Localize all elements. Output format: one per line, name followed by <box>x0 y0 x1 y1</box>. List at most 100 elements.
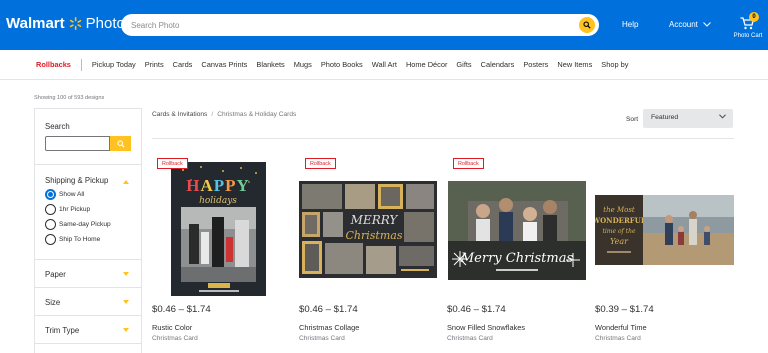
chevron-down-icon <box>719 114 726 119</box>
sidebar-search-input[interactable] <box>45 136 110 151</box>
search-icon <box>116 139 125 148</box>
radio-unselected[interactable] <box>45 219 56 230</box>
shipping-pickup-section: Shipping & Pickup Show All 1hr Pickup Sa… <box>35 165 141 260</box>
svg-text:the Most: the Most <box>603 206 635 214</box>
svg-text:holidays: holidays <box>199 196 237 206</box>
chevron-down-icon <box>123 272 129 276</box>
nav-item-mugs[interactable]: Mugs <box>294 60 312 69</box>
radio-unselected[interactable] <box>45 234 56 245</box>
product-price: $0.46 – $1.74 <box>447 304 506 315</box>
filter-trim-type[interactable]: Trim Type <box>35 316 141 344</box>
filter-size[interactable]: Size <box>35 288 141 316</box>
nav-item-new-items[interactable]: New Items <box>557 60 592 69</box>
product-price: $0.46 – $1.74 <box>299 304 358 315</box>
rollback-badge: Rollback <box>453 158 484 169</box>
option-label: 1hr Pickup <box>59 206 91 213</box>
sidebar-search-title: Search <box>45 122 70 131</box>
filter-paper[interactable]: Paper <box>35 260 141 288</box>
nav-item-calendars[interactable]: Calendars <box>481 60 515 69</box>
nav-item-wall-art[interactable]: Wall Art <box>372 60 397 69</box>
breadcrumb: Cards & Invitations / Christmas & Holiday … <box>152 111 296 118</box>
radio-unselected[interactable] <box>45 204 56 215</box>
site-header: Walmart Photo Help Account 0 Phot <box>0 0 768 50</box>
search-icon <box>583 21 591 29</box>
chevron-down-icon <box>123 300 129 304</box>
product-name[interactable]: Snow Filled Snowflakes <box>447 323 525 332</box>
product-type: Christmas Card <box>447 335 493 342</box>
product-thumbnail[interactable]: Merry Christmas <box>448 181 586 280</box>
product-name[interactable]: Wonderful Time <box>595 323 647 332</box>
product-name[interactable]: Rustic Color <box>152 323 192 332</box>
nav-divider <box>80 58 82 71</box>
nav-item-cards[interactable]: Cards <box>173 60 193 69</box>
radio-selected[interactable] <box>45 189 56 200</box>
walmart-photo-logo[interactable]: Walmart Photo <box>6 15 125 32</box>
search-bar <box>121 14 599 36</box>
filter-sidebar: Search Shipping & Pickup Show All 1hr Pi… <box>34 108 142 353</box>
breadcrumb-current: Christmas & Holiday Cards <box>217 111 297 118</box>
option-show-all[interactable]: Show All <box>45 189 141 200</box>
product-type: Christmas Card <box>595 335 641 342</box>
card-artwork: MERRY Christmas <box>302 184 434 274</box>
sort-value: Featured <box>651 114 679 121</box>
nav-item-gifts[interactable]: Gifts <box>456 60 471 69</box>
breadcrumb-separator: / <box>211 111 214 118</box>
help-link[interactable]: Help <box>622 20 638 29</box>
chevron-up-icon[interactable] <box>123 180 129 184</box>
nav-item-posters[interactable]: Posters <box>523 60 548 69</box>
product-thumbnail[interactable]: HAPPY holidays <box>171 162 266 296</box>
account-label: Account <box>669 20 698 29</box>
brand-name: Walmart <box>6 15 65 32</box>
chevron-down-icon <box>123 328 129 332</box>
cart-count-badge: 0 <box>749 12 759 22</box>
option-same-day-pickup[interactable]: Same-day Pickup <box>45 219 141 230</box>
option-label: Show All <box>59 191 85 198</box>
svg-text:time of the: time of the <box>602 228 635 235</box>
sidebar-search-section: Search <box>35 109 141 165</box>
rollback-badge: Rollback <box>157 158 188 169</box>
option-label: Same-day Pickup <box>59 221 111 228</box>
svg-text:Christmas: Christmas <box>346 229 403 242</box>
nav-item-blankets[interactable]: Blankets <box>256 60 284 69</box>
divider <box>152 138 734 139</box>
cart-label: Photo Cart <box>733 33 763 39</box>
product-thumbnail[interactable]: the Most WONDERFUL time of the Year <box>591 195 734 265</box>
product-price: $0.46 – $1.74 <box>152 304 211 315</box>
card-artwork: HAPPY holidays <box>181 166 257 292</box>
product-thumbnail[interactable]: MERRY Christmas <box>299 181 437 278</box>
product-price: $0.39 – $1.74 <box>595 304 654 315</box>
sidebar-search-button[interactable] <box>110 136 131 151</box>
nav-item-home-decor[interactable]: Home Décor <box>406 60 447 69</box>
results-count: Showing 100 of 593 designs <box>34 95 105 101</box>
card-artwork: the Most WONDERFUL time of the Year <box>591 195 734 265</box>
account-menu[interactable]: Account <box>669 20 711 29</box>
option-ship-to-home[interactable]: Ship To Home <box>45 234 141 245</box>
product-type: Christmas Card <box>299 335 345 342</box>
nav-item-prints[interactable]: Prints <box>145 60 164 69</box>
chevron-down-icon <box>703 22 711 27</box>
nav-item-pickup-today[interactable]: Pickup Today <box>92 60 136 69</box>
svg-text:MERRY: MERRY <box>350 213 399 227</box>
nav-item-photo-books[interactable]: Photo Books <box>321 60 363 69</box>
rollback-badge: Rollback <box>305 158 336 169</box>
svg-text:Merry Christmas: Merry Christmas <box>460 251 574 266</box>
option-label: Ship To Home <box>59 236 101 243</box>
svg-text:HAPPY: HAPPY <box>186 176 250 195</box>
breadcrumb-parent[interactable]: Cards & Invitations <box>152 111 207 118</box>
svg-text:Year: Year <box>610 237 629 246</box>
search-button[interactable] <box>579 17 595 33</box>
search-input[interactable] <box>121 14 561 36</box>
product-type: Christmas Card <box>152 335 198 342</box>
sort-select[interactable]: Featured <box>643 109 733 128</box>
nav-item-canvas-prints[interactable]: Canvas Prints <box>201 60 247 69</box>
option-1hr-pickup[interactable]: 1hr Pickup <box>45 204 141 215</box>
nav-item-shop-by[interactable]: Shop by <box>601 60 628 69</box>
product-name[interactable]: Christmas Collage <box>299 323 359 332</box>
category-nav: Rollbacks Pickup Today Prints Cards Canv… <box>0 50 768 80</box>
app-name: Photo <box>85 15 125 32</box>
sort-label: Sort <box>626 116 639 123</box>
svg-text:WONDERFUL: WONDERFUL <box>595 216 646 225</box>
card-artwork: Merry Christmas <box>448 181 586 280</box>
spark-icon <box>69 17 81 30</box>
nav-rollbacks[interactable]: Rollbacks <box>36 60 71 69</box>
